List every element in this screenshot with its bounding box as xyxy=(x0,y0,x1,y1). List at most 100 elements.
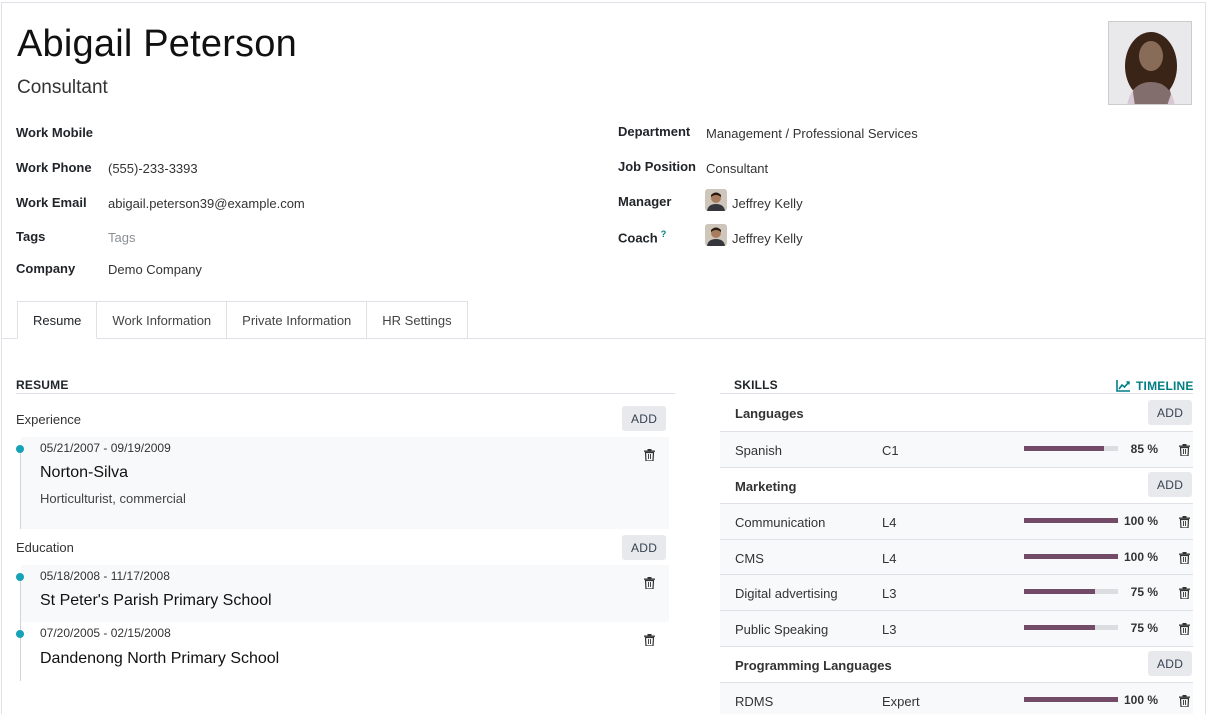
skill-row[interactable]: Public Speaking L3 75 % xyxy=(720,611,1193,647)
skill-group-name: Programming Languages xyxy=(735,658,892,673)
resume-entry-title: Norton-Silva xyxy=(40,464,129,481)
trash-icon[interactable] xyxy=(1179,695,1190,707)
skill-progress-label: 100 % xyxy=(1123,550,1158,564)
coach-label-text: Coach xyxy=(618,230,658,246)
company-field[interactable]: Demo Company xyxy=(108,262,202,277)
help-icon[interactable]: ? xyxy=(661,229,667,239)
timeline-dot-icon xyxy=(16,573,24,581)
skill-group-languages: Languages xyxy=(720,395,1193,431)
trash-icon[interactable] xyxy=(644,577,655,589)
skill-name: CMS xyxy=(735,551,764,566)
tags-input[interactable]: Tags xyxy=(108,230,135,245)
user-avatar-icon xyxy=(705,224,727,246)
add-experience-button[interactable]: ADD xyxy=(622,406,667,431)
resume-heading: RESUME xyxy=(16,378,69,392)
work-email-label: Work Email xyxy=(16,195,87,210)
skill-group-programming-languages: Programming Languages xyxy=(720,647,1193,683)
skill-row[interactable]: RDMS Expert 100 % xyxy=(720,683,1193,714)
skill-progress-label: 75 % xyxy=(1130,621,1158,635)
company-label: Company xyxy=(16,261,76,276)
resume-entry-dates: 07/20/2005 - 02/15/2008 xyxy=(40,626,171,640)
tab-hr-settings[interactable]: HR Settings xyxy=(367,301,468,339)
skills-heading-rule xyxy=(720,393,1193,394)
skill-row[interactable]: Spanish C1 85 % xyxy=(720,432,1193,468)
skill-progress-label: 100 % xyxy=(1123,693,1158,707)
employee-avatar-image xyxy=(1109,22,1191,104)
skill-level: L4 xyxy=(882,515,897,530)
timeline-dot-icon xyxy=(16,630,24,638)
work-phone-field[interactable]: (555)-233-3393 xyxy=(108,161,198,176)
resume-entry-description: Horticulturist, commercial xyxy=(40,491,186,506)
skill-group-marketing: Marketing xyxy=(720,468,1193,504)
experience-label: Experience xyxy=(16,412,82,427)
department-label: Department xyxy=(618,124,691,139)
skill-level: L3 xyxy=(882,622,897,637)
work-phone-label: Work Phone xyxy=(16,160,92,175)
employee-name[interactable]: Abigail Peterson xyxy=(17,23,297,66)
skill-level: Expert xyxy=(882,694,920,709)
skill-name: Public Speaking xyxy=(735,622,829,637)
add-skill-button[interactable]: ADD xyxy=(1148,651,1193,676)
employee-form-sheet: Abigail Peterson Consultant Work Mobile … xyxy=(1,2,1206,714)
skill-progress-label: 100 % xyxy=(1123,514,1158,528)
skill-name: Communication xyxy=(735,515,826,530)
tab-private-information[interactable]: Private Information xyxy=(227,301,368,339)
skill-progress-label: 75 % xyxy=(1130,585,1158,599)
timeline-button[interactable]: TIMELINE xyxy=(1116,379,1194,393)
resume-entry-title: St Peter's Parish Primary School xyxy=(40,592,272,609)
tab-resume[interactable]: Resume xyxy=(17,301,98,339)
skill-level: L4 xyxy=(882,551,897,566)
skill-progress-label: 85 % xyxy=(1130,442,1158,456)
department-field[interactable]: Management / Professional Services xyxy=(706,126,918,141)
trash-icon[interactable] xyxy=(1179,444,1190,456)
skill-progress-bar xyxy=(1024,625,1118,630)
tab-work-information[interactable]: Work Information xyxy=(97,301,228,339)
skill-progress-bar xyxy=(1024,518,1118,523)
trash-icon[interactable] xyxy=(1179,552,1190,564)
work-mobile-label: Work Mobile xyxy=(16,125,94,140)
skill-progress-fill xyxy=(1024,518,1118,523)
job-position-label: Job Position xyxy=(618,159,696,174)
add-skill-button[interactable]: ADD xyxy=(1148,400,1193,425)
manager-avatar xyxy=(705,189,727,211)
skill-progress-bar xyxy=(1024,554,1118,559)
timeline-dot-icon xyxy=(16,445,24,453)
coach-field[interactable]: Jeffrey Kelly xyxy=(732,231,803,246)
add-education-button[interactable]: ADD xyxy=(622,535,667,560)
skill-row[interactable]: Communication L4 100 % xyxy=(720,504,1193,540)
manager-label: Manager xyxy=(618,194,672,209)
notebook-tabs: Resume Work Information Private Informat… xyxy=(17,301,468,339)
manager-field[interactable]: Jeffrey Kelly xyxy=(732,196,803,211)
resume-entry-dates: 05/18/2008 - 11/17/2008 xyxy=(40,569,170,583)
line-chart-icon xyxy=(1116,380,1130,392)
skill-name: Spanish xyxy=(735,443,782,458)
skill-name: Digital advertising xyxy=(735,586,838,601)
skill-row[interactable]: Digital advertising L3 75 % xyxy=(720,575,1193,611)
work-email-field[interactable]: abigail.peterson39@example.com xyxy=(108,196,305,211)
employee-photo[interactable] xyxy=(1108,21,1192,105)
timeline-label: TIMELINE xyxy=(1136,379,1194,393)
skill-level: C1 xyxy=(882,443,899,458)
skill-row[interactable]: CMS L4 100 % xyxy=(720,540,1193,576)
trash-icon[interactable] xyxy=(1179,516,1190,528)
skill-progress-fill xyxy=(1024,554,1118,559)
job-position-field[interactable]: Consultant xyxy=(706,161,768,176)
add-skill-button[interactable]: ADD xyxy=(1148,472,1193,497)
resume-entry-title: Dandenong North Primary School xyxy=(40,650,280,667)
skill-level: L3 xyxy=(882,586,897,601)
skill-name: RDMS xyxy=(735,694,774,709)
tags-label: Tags xyxy=(16,229,46,244)
trash-icon[interactable] xyxy=(1179,587,1190,599)
employee-job-title[interactable]: Consultant xyxy=(17,77,108,99)
skill-progress-fill xyxy=(1024,446,1104,451)
trash-icon[interactable] xyxy=(644,449,655,461)
resume-heading-rule xyxy=(16,393,675,394)
coach-label: Coach? xyxy=(618,229,666,245)
education-label: Education xyxy=(16,540,74,555)
trash-icon[interactable] xyxy=(1179,623,1190,635)
skill-progress-bar xyxy=(1024,697,1118,702)
skill-progress-bar xyxy=(1024,589,1118,594)
skill-progress-fill xyxy=(1024,589,1095,594)
resume-entry-dates: 05/21/2007 - 09/19/2009 xyxy=(40,441,171,455)
trash-icon[interactable] xyxy=(644,634,655,646)
